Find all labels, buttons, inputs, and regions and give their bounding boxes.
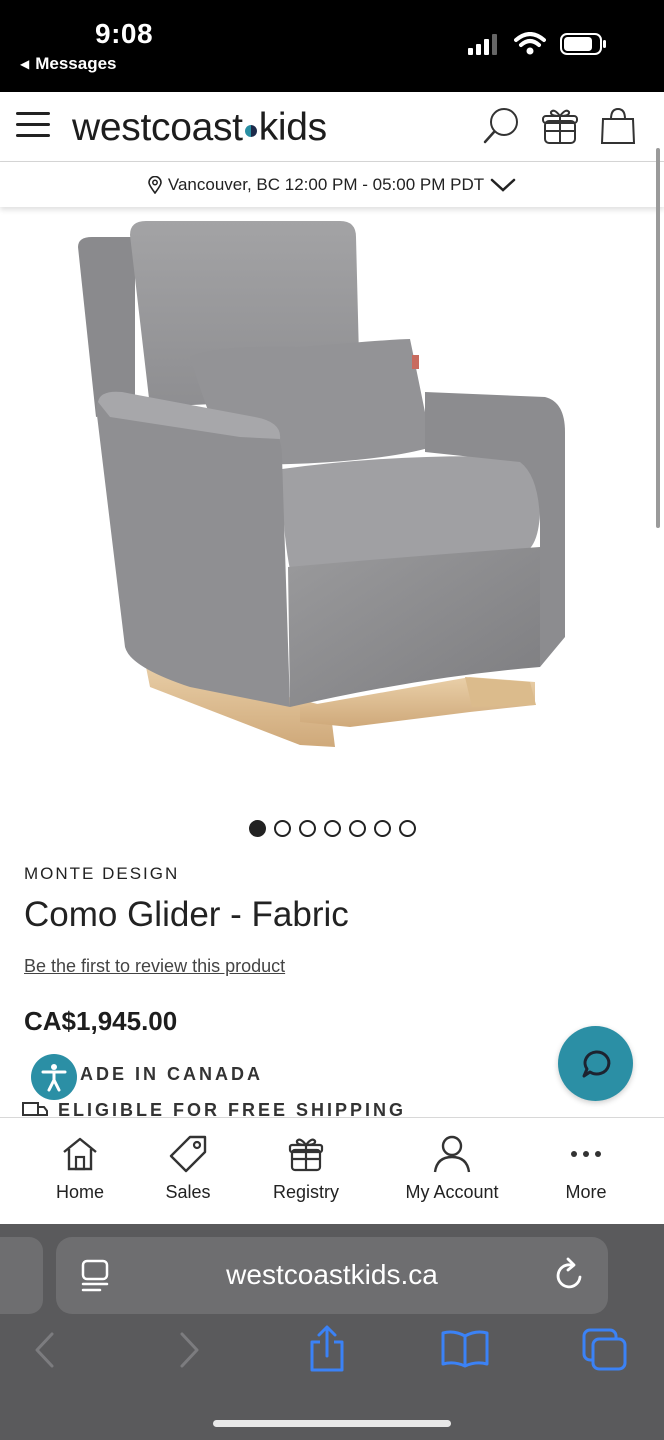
back-triangle-icon: ◀ bbox=[20, 57, 30, 71]
reload-icon[interactable] bbox=[554, 1257, 586, 1293]
carousel-dot[interactable] bbox=[298, 820, 316, 837]
gift-icon bbox=[288, 1138, 324, 1172]
search-icon[interactable] bbox=[482, 106, 522, 146]
nav-sales[interactable]: Sales bbox=[164, 1134, 212, 1203]
carousel-dot[interactable] bbox=[248, 820, 266, 837]
forward-chevron-icon[interactable] bbox=[176, 1330, 202, 1370]
menu-icon[interactable] bbox=[16, 112, 50, 142]
nav-sales-label: Sales bbox=[165, 1182, 211, 1202]
glider-chair-illustration bbox=[78, 221, 565, 747]
gift-icon[interactable] bbox=[540, 106, 580, 146]
carousel-dot[interactable] bbox=[348, 820, 366, 837]
bookmarks-icon[interactable] bbox=[440, 1328, 490, 1370]
location-pin-icon bbox=[148, 175, 162, 194]
nav-more[interactable]: More bbox=[562, 1134, 610, 1203]
back-to-messages-button[interactable]: ◀ Messages bbox=[20, 54, 117, 74]
share-icon[interactable] bbox=[306, 1324, 348, 1374]
back-chevron-icon[interactable] bbox=[32, 1330, 58, 1370]
chat-button[interactable] bbox=[558, 1026, 633, 1101]
truck-icon bbox=[22, 1102, 48, 1116]
free-shipping-text: ELIGIBLE FOR FREE SHIPPING bbox=[58, 1100, 407, 1116]
free-shipping-badge: ELIGIBLE FOR FREE SHIPPING bbox=[22, 1100, 406, 1116]
product-title: Como Glider - Fabric bbox=[24, 895, 349, 934]
safari-toolbar: westcoastkids.ca bbox=[0, 1224, 664, 1440]
logo-text-kids: kids bbox=[258, 106, 327, 149]
product-price: CA$1,945.00 bbox=[24, 1006, 178, 1036]
status-icons bbox=[468, 32, 608, 56]
home-icon bbox=[63, 1137, 97, 1171]
nav-account-label: My Account bbox=[405, 1182, 499, 1202]
carousel-dot[interactable] bbox=[373, 820, 391, 837]
status-time: 9:08 bbox=[95, 18, 154, 49]
nav-home[interactable]: Home bbox=[54, 1134, 106, 1203]
price-tag-icon bbox=[169, 1135, 207, 1173]
product-brand[interactable]: MONTE DESIGN bbox=[24, 864, 179, 884]
signal-icon bbox=[468, 34, 497, 55]
cart-bag-icon[interactable] bbox=[598, 106, 638, 146]
chevron-down-icon bbox=[490, 178, 516, 192]
accessibility-button[interactable] bbox=[31, 1054, 77, 1100]
nav-registry-label: Registry bbox=[272, 1182, 339, 1202]
made-in-canada-badge: ADE IN CANADA bbox=[80, 1064, 263, 1085]
page-scrollbar[interactable] bbox=[656, 148, 660, 528]
wifi-icon bbox=[514, 32, 546, 55]
nav-more-label: More bbox=[565, 1182, 607, 1202]
logo-dot-icon bbox=[244, 125, 257, 137]
user-icon bbox=[433, 1135, 471, 1173]
carousel-dot[interactable] bbox=[323, 820, 341, 837]
logo-text-westcoast: westcoast bbox=[72, 106, 243, 149]
battery-icon bbox=[560, 33, 606, 55]
status-bar: 9:08 ◀ Messages bbox=[0, 0, 664, 92]
bottom-navigation: Home Sales Registry My Account More bbox=[0, 1117, 664, 1224]
back-label: Messages bbox=[35, 54, 117, 73]
made-in-canada-text: ADE IN CANADA bbox=[80, 1064, 263, 1084]
carousel-dot[interactable] bbox=[273, 820, 291, 837]
site-logo[interactable]: westcoast kids bbox=[72, 102, 327, 154]
store-location-text: Vancouver, BC 12:00 PM - 05:00 PM PDT bbox=[167, 174, 485, 194]
more-dots-icon bbox=[571, 1151, 601, 1157]
image-carousel-dots bbox=[0, 820, 664, 837]
nav-home-label: Home bbox=[55, 1182, 104, 1202]
nav-my-account[interactable]: My Account bbox=[402, 1134, 502, 1203]
review-link[interactable]: Be the first to review this product bbox=[24, 956, 285, 977]
nav-registry[interactable]: Registry bbox=[272, 1134, 340, 1203]
chat-bubble-icon bbox=[582, 1049, 610, 1077]
url-text: westcoastkids.ca bbox=[226, 1259, 438, 1290]
accessibility-icon bbox=[41, 1064, 67, 1092]
home-indicator[interactable] bbox=[213, 1420, 451, 1427]
address-bar[interactable]: westcoastkids.ca bbox=[56, 1237, 608, 1314]
tabs-icon[interactable] bbox=[580, 1326, 630, 1374]
store-location-selector[interactable]: Vancouver, BC 12:00 PM - 05:00 PM PDT bbox=[0, 162, 664, 207]
site-header: westcoast kids bbox=[0, 92, 664, 162]
product-image[interactable] bbox=[0, 207, 664, 807]
previous-tab-peek[interactable] bbox=[0, 1237, 43, 1314]
carousel-dot[interactable] bbox=[398, 820, 416, 837]
